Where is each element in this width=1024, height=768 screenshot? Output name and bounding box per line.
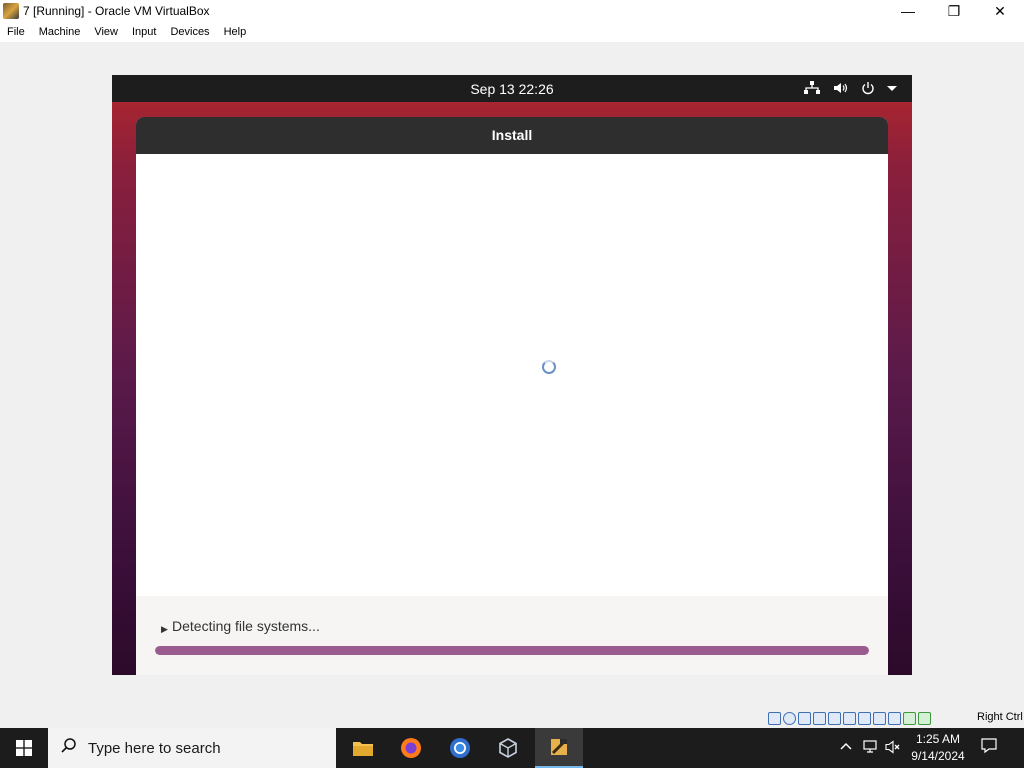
installer-window: Install ▶ Detecting file systems...	[136, 117, 888, 675]
window-title-bar: 7 [Running] - Oracle VM VirtualBox — ❐ ✕	[0, 0, 1024, 22]
menu-devices[interactable]: Devices	[163, 26, 216, 38]
taskbar-clock[interactable]: 1:25 AM 9/14/2024	[900, 731, 976, 765]
install-status-text[interactable]: Detecting file systems...	[172, 618, 320, 634]
minimize-icon: —	[901, 3, 915, 19]
expand-arrow-icon[interactable]: ▶	[161, 624, 168, 635]
virtualbox-app-icon	[3, 3, 19, 19]
muted-volume-icon[interactable]	[885, 739, 901, 758]
usb-icon[interactable]	[828, 711, 841, 725]
menu-bar: File Machine View Input Devices Help	[0, 22, 1024, 42]
windows-logo-icon	[16, 740, 32, 756]
firefox-icon[interactable]	[387, 728, 435, 768]
taskbar-search-box[interactable]: Type here to search	[48, 728, 336, 768]
install-progress-fill	[155, 646, 869, 655]
search-placeholder: Type here to search	[88, 740, 221, 757]
search-icon	[61, 738, 76, 753]
cpu-icon[interactable]	[888, 711, 901, 725]
mouse-integration-icon[interactable]	[903, 711, 916, 725]
start-button[interactable]	[0, 728, 48, 768]
shared-folders-icon[interactable]	[843, 711, 856, 725]
display-icon[interactable]	[858, 711, 871, 725]
window-title: 7 [Running] - Oracle VM VirtualBox	[23, 4, 210, 18]
close-button[interactable]: ✕	[977, 0, 1023, 22]
notifications-icon[interactable]	[980, 736, 998, 759]
file-explorer-icon[interactable]	[339, 728, 387, 768]
menu-help[interactable]: Help	[217, 26, 254, 38]
taskbar-date: 9/14/2024	[911, 749, 965, 763]
taskbar-time: 1:25 AM	[915, 732, 961, 746]
close-icon: ✕	[994, 2, 1006, 19]
menu-view[interactable]: View	[87, 26, 125, 38]
dropdown-arrow-icon[interactable]	[887, 81, 897, 98]
menu-file[interactable]: File	[0, 26, 32, 38]
hard-disk-icon[interactable]	[768, 711, 781, 725]
video-capture-icon[interactable]	[873, 711, 886, 725]
volume-icon[interactable]	[833, 81, 849, 98]
virtualbox-manager-icon[interactable]	[484, 728, 532, 768]
vbox-status-bar	[768, 710, 933, 726]
restore-button[interactable]: ❐	[931, 0, 977, 22]
windows-taskbar: Type here to search 1:25 AM 9/14/2024	[0, 728, 1024, 768]
installer-footer: ▶ Detecting file systems...	[136, 596, 888, 675]
vm-display[interactable]: Sep 13 22:26 Install ▶ Detecting file sy…	[112, 75, 912, 675]
chrome-icon[interactable]	[436, 728, 484, 768]
network-icon[interactable]	[813, 711, 826, 725]
host-key-label[interactable]: Right Ctrl	[977, 711, 1023, 723]
loading-spinner-icon	[542, 360, 556, 374]
power-icon[interactable]	[861, 81, 875, 98]
show-hidden-icons-icon[interactable]	[839, 739, 853, 756]
installer-title: Install	[136, 117, 888, 154]
guest-top-bar: Sep 13 22:26	[112, 75, 912, 102]
network-status-icon[interactable]	[862, 739, 880, 758]
audio-icon[interactable]	[798, 711, 811, 725]
network-icon[interactable]	[804, 81, 820, 98]
menu-machine[interactable]: Machine	[32, 26, 88, 38]
restore-icon: ❐	[947, 2, 961, 19]
virtualbox-vm-icon[interactable]	[535, 728, 583, 768]
guest-clock[interactable]: Sep 13 22:26	[112, 81, 912, 97]
optical-drive-icon[interactable]	[783, 711, 796, 725]
guest-additions-icon[interactable]	[918, 711, 931, 725]
install-progress-bar	[155, 646, 869, 655]
menu-input[interactable]: Input	[125, 26, 163, 38]
minimize-button[interactable]: —	[885, 0, 931, 22]
